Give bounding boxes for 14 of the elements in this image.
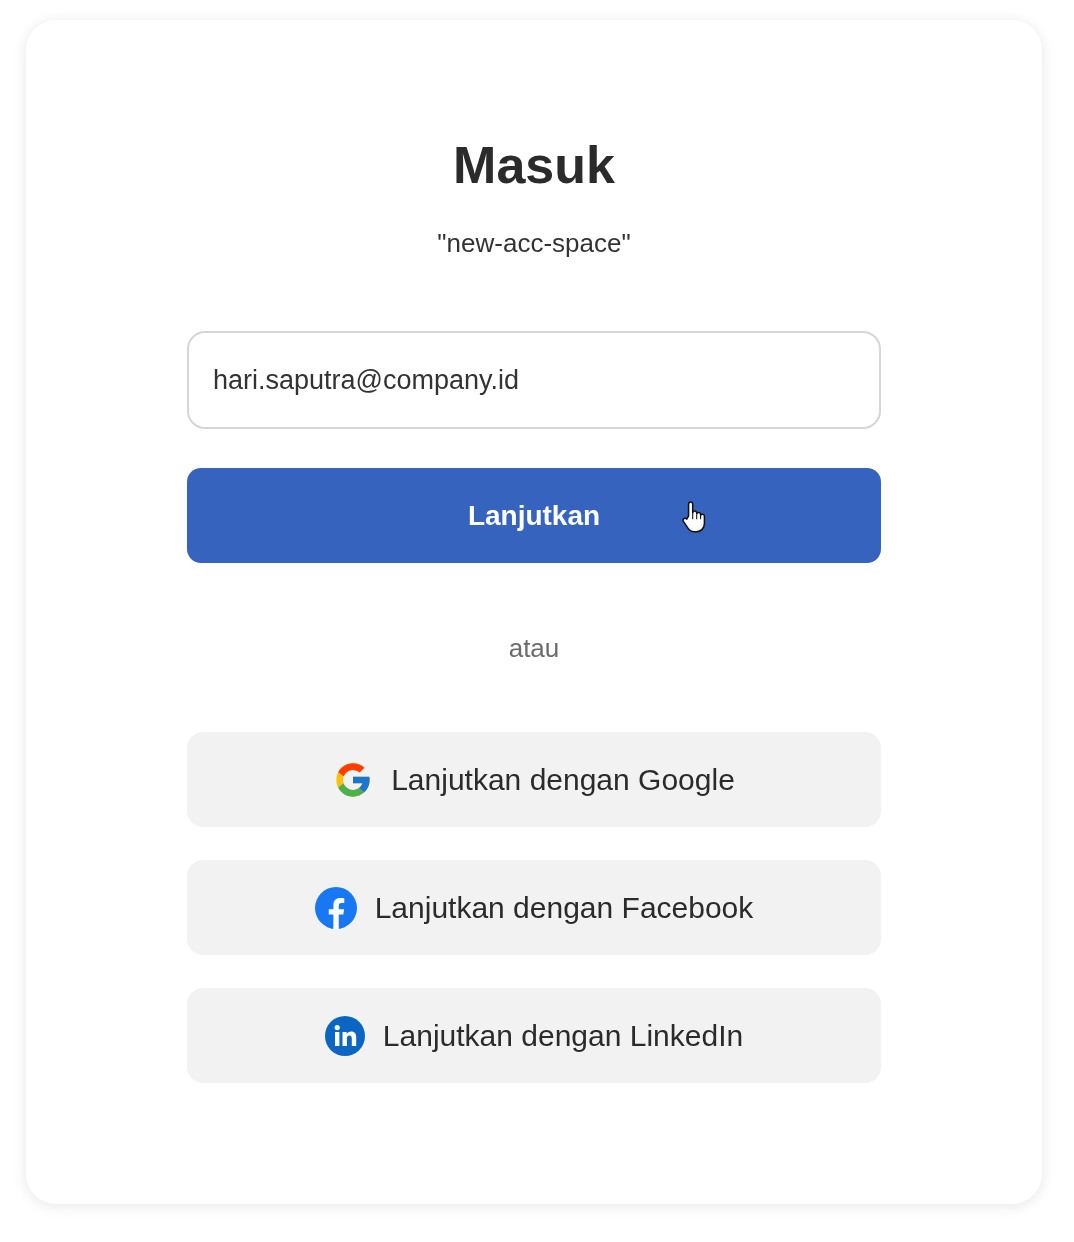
page-title: Masuk <box>453 135 615 195</box>
social-login-button[interactable]: Lanjutkan dengan LinkedIn <box>187 988 881 1083</box>
social-login-label: Lanjutkan dengan Facebook <box>374 890 754 926</box>
email-field[interactable]: hari.saputra@company.id <box>187 331 881 429</box>
continue-button[interactable]: Lanjutkan <box>187 468 881 563</box>
linkedin-logo-icon <box>324 1015 365 1056</box>
workspace-name: "new-acc-space" <box>437 227 631 259</box>
social-login-label: Lanjutkan dengan Google <box>391 762 735 798</box>
social-login-button[interactable]: Lanjutkan dengan Facebook <box>187 860 881 955</box>
hand-pointer-cursor-icon <box>681 500 707 534</box>
facebook-logo-icon <box>314 886 357 929</box>
social-login-label: Lanjutkan dengan LinkedIn <box>382 1018 744 1054</box>
divider-text: atau <box>507 632 561 664</box>
social-login-button[interactable]: Lanjutkan dengan Google <box>187 732 881 827</box>
